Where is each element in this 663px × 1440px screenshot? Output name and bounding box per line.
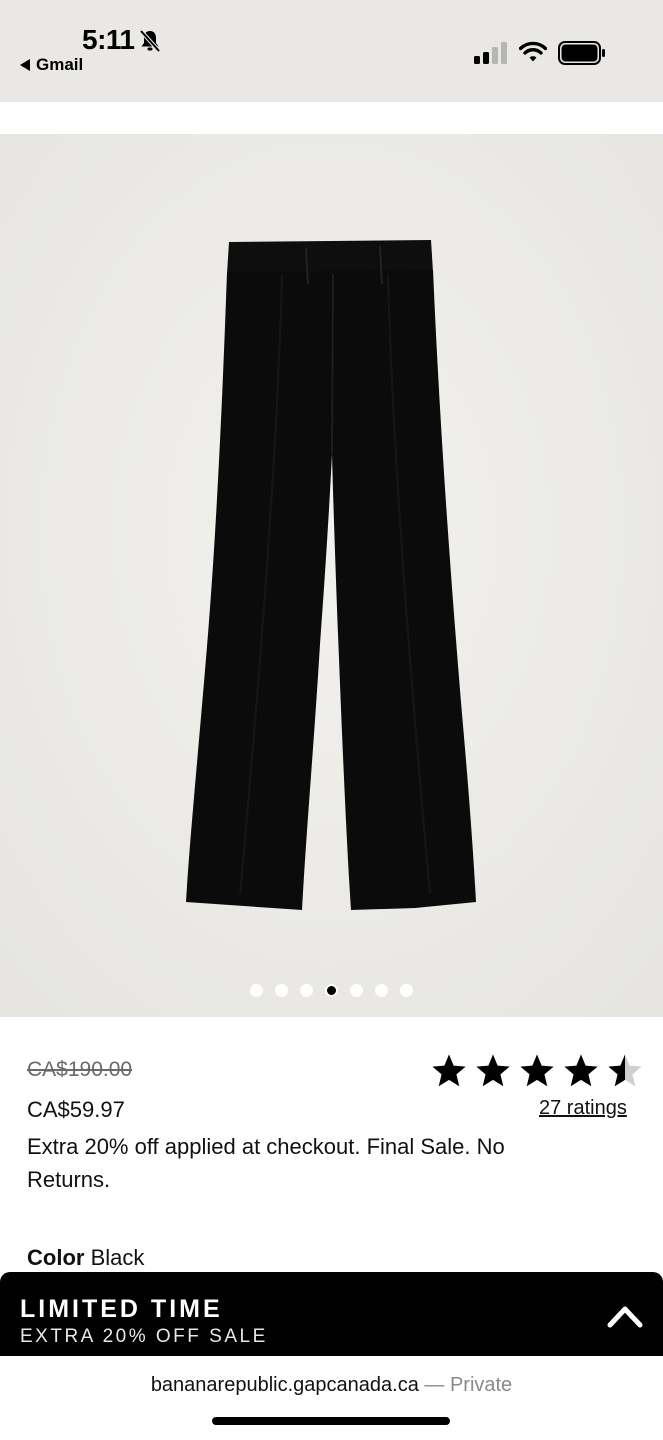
carousel-dot[interactable] [250,984,263,997]
banner-subtitle: EXTRA 20% OFF SALE [20,1326,268,1347]
silent-bell-icon [139,29,161,53]
url-separator: — [418,1374,450,1396]
header-spacer [0,102,663,134]
color-label: Color [27,1245,85,1270]
carousel-dots [0,984,663,997]
carousel-dot-active[interactable] [325,984,338,997]
carousel-dot[interactable] [400,984,413,997]
ratings-link[interactable]: 27 ratings [539,1097,627,1120]
address-text[interactable]: bananarepublic.gapcanada.ca — Private [0,1374,663,1397]
chevron-up-icon[interactable] [606,1303,644,1329]
back-label: Gmail [36,55,84,74]
color-selector-label: Color Black [27,1245,144,1271]
carousel-dot[interactable] [350,984,363,997]
star-full-icon [476,1054,510,1087]
sale-price: CA$59.97 [27,1097,125,1122]
home-indicator[interactable] [212,1417,450,1425]
star-full-icon [432,1054,466,1087]
status-time: 5:11 [82,24,135,55]
color-value: Black [90,1245,145,1270]
private-mode-label: Private [449,1374,513,1396]
promo-text: Extra 20% off applied at checkout. Final… [27,1134,505,1192]
back-arrow-icon [20,59,30,71]
cellular-signal-icon [474,42,507,64]
carousel-dot[interactable] [275,984,288,997]
star-full-icon [564,1054,598,1087]
url-domain: bananarepublic.gapcanada.ca [150,1374,419,1396]
product-image-gallery[interactable] [0,134,663,1017]
carousel-dot[interactable] [300,984,313,997]
star-half-icon [608,1054,642,1087]
banner-title: LIMITED TIME [20,1295,223,1323]
wifi-icon [519,41,547,62]
original-price: CA$190.00 [27,1058,133,1081]
battery-icon [558,41,605,65]
browser-address-bar[interactable] [0,1356,663,1440]
product-image-black-pants [0,134,663,1017]
star-full-icon [520,1054,554,1087]
carousel-dot[interactable] [375,984,388,997]
back-to-gmail-button[interactable]: Gmail [20,55,83,75]
rating-stars[interactable] [430,1052,644,1090]
